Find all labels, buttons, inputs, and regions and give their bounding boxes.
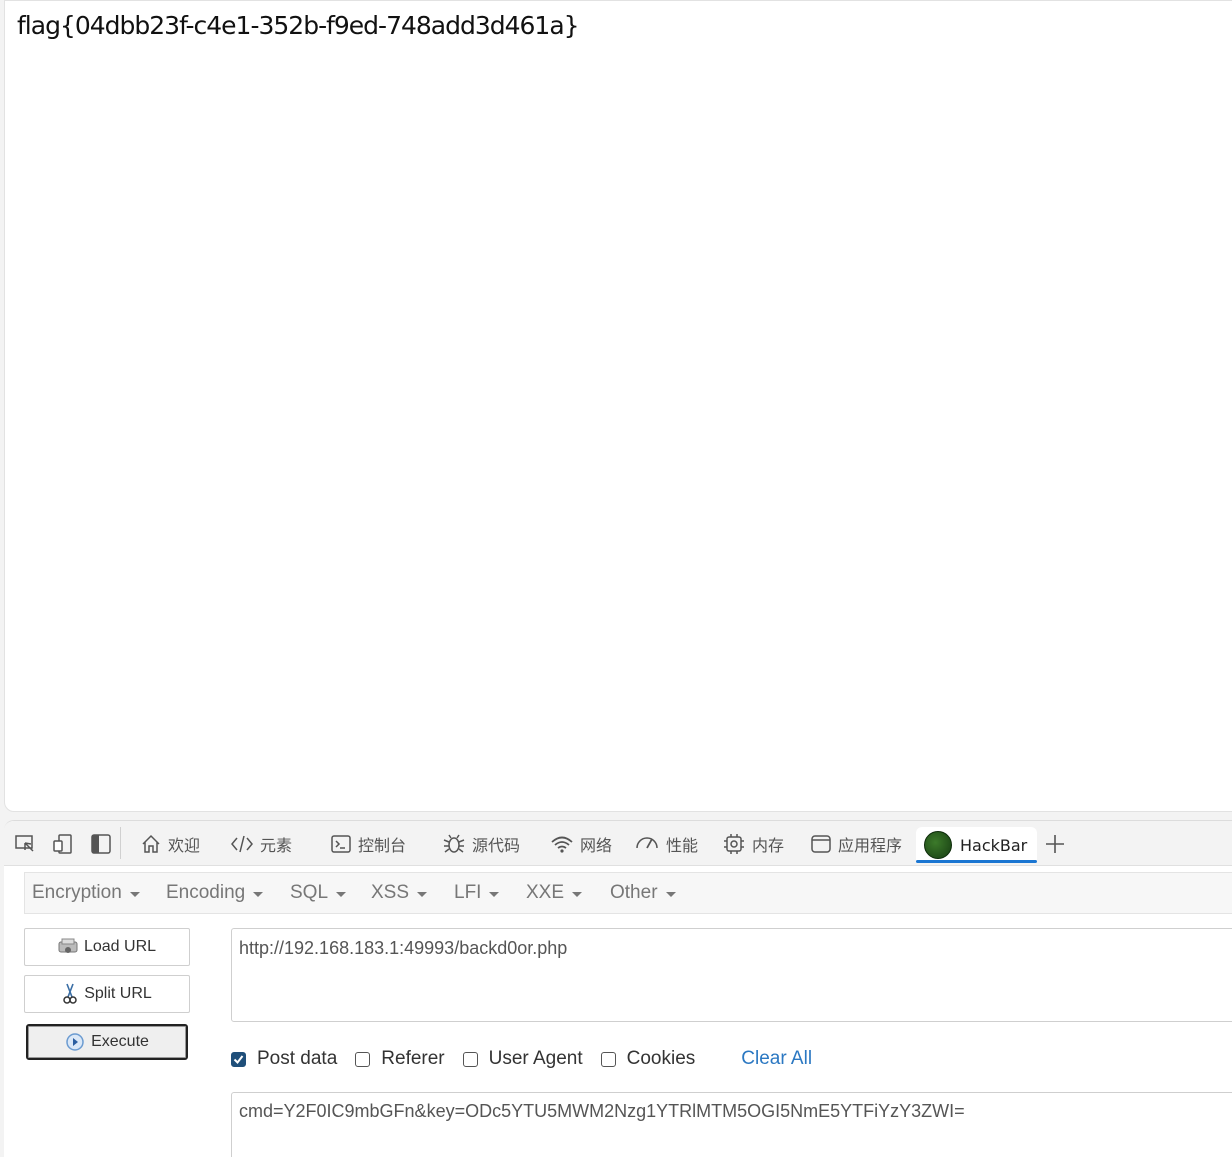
menu-label: XXE [526,882,565,903]
tab-network[interactable]: 网络 [550,829,612,859]
home-icon [142,834,160,853]
tab-label: 欢迎 [168,836,201,855]
menu-xxe[interactable]: XXE [526,882,583,904]
load-url-button[interactable]: Load URL [24,928,190,966]
gauge-icon [636,837,658,849]
cookies-option[interactable]: Cookies [600,1048,696,1070]
tab-console[interactable]: 控制台 [330,829,406,859]
tab-label: 应用程序 [838,836,903,855]
tab-label: 内存 [752,836,785,855]
device-emulation-icon[interactable] [52,833,74,855]
play-icon [66,1033,84,1051]
devtools-panel: 欢迎 元素 控制台 源代码 网络 性能 内存 应用程序 HackBar Encr… [4,820,1232,1157]
menu-other[interactable]: Other [610,882,676,904]
cookies-label: Cookies [626,1048,696,1069]
button-label: Execute [91,1033,149,1050]
caret-down-icon [336,892,347,897]
dock-side-icon[interactable] [90,833,112,855]
console-icon [331,835,351,853]
referer-checkbox[interactable] [355,1051,371,1067]
referer-option[interactable]: Referer [355,1048,445,1070]
menu-label: Encoding [166,882,246,903]
page-viewport: flag{04dbb23f-c4e1-352b-f9ed-748add3d461… [4,0,1232,812]
button-label: Split URL [84,985,152,1002]
hackbar-logo-icon [924,831,952,859]
menu-label: Encryption [32,882,122,903]
inspect-element-icon[interactable] [14,833,36,855]
tab-welcome[interactable]: 欢迎 [140,829,200,859]
menu-label: LFI [454,882,482,903]
menu-sql[interactable]: SQL [290,882,347,904]
post-data-label: Post data [257,1048,338,1069]
caret-down-icon [129,892,140,897]
menu-label: XSS [371,882,410,903]
tab-label: 网络 [580,836,613,855]
menu-xss[interactable]: XSS [371,882,428,904]
tab-sources[interactable]: 源代码 [442,829,520,859]
post-data-checkbox[interactable] [231,1051,246,1067]
load-url-icon [58,938,78,953]
button-label: Load URL [83,938,157,955]
tab-label: 控制台 [358,836,407,855]
bug-icon [443,834,465,853]
tab-hackbar[interactable]: HackBar [916,827,1038,863]
wifi-icon [551,836,573,853]
post-data-textarea[interactable]: cmd=Y2F0IC9mbGFn&key=ODc5YTU5MWM2Nzg1YTR… [231,1092,1232,1157]
clear-all-link[interactable]: Clear All [741,1048,812,1070]
request-options: Post data Referer User Agent Cookies Cle… [231,1045,812,1073]
tab-elements[interactable]: 元素 [230,829,292,859]
menu-lfi[interactable]: LFI [454,882,500,904]
url-textarea[interactable]: http://192.168.183.1:49993/backd0or.php [231,928,1232,1022]
tab-performance[interactable]: 性能 [634,829,698,859]
caret-down-icon [665,892,676,897]
user-agent-checkbox[interactable] [462,1051,478,1067]
checkmark-icon [233,1054,244,1064]
user-agent-label: User Agent [488,1048,583,1069]
post-data-option[interactable]: Post data [231,1048,337,1070]
scissors-icon [63,983,77,1004]
menu-encryption[interactable]: Encryption [32,882,140,904]
caret-down-icon [253,892,264,897]
chip-icon [724,834,744,854]
execute-button[interactable]: Execute [26,1024,188,1060]
devtools-tabbar: 欢迎 元素 控制台 源代码 网络 性能 内存 应用程序 HackBar [4,821,1232,866]
hackbar-menu: Encryption Encoding SQL XSS LFI XXE Othe… [24,872,1232,914]
tab-application[interactable]: 应用程序 [810,829,902,859]
user-agent-option[interactable]: User Agent [462,1048,583,1070]
add-tab-icon[interactable] [1044,833,1066,860]
split-url-button[interactable]: Split URL [24,975,190,1013]
cookies-checkbox[interactable] [600,1051,616,1067]
code-icon [231,835,253,853]
menu-label: SQL [290,882,329,903]
menu-encoding[interactable]: Encoding [166,882,264,904]
caret-down-icon [489,892,500,897]
tab-label: HackBar [960,835,1028,855]
tab-label: 元素 [260,836,293,855]
caret-down-icon [572,892,583,897]
window-icon [811,835,831,853]
tab-label: 源代码 [472,836,521,855]
caret-down-icon [417,892,428,897]
tab-memory[interactable]: 内存 [722,829,784,859]
tab-label: 性能 [666,836,699,855]
toolbar-divider [120,827,121,859]
referer-label: Referer [381,1048,445,1069]
flag-text: flag{04dbb23f-c4e1-352b-f9ed-748add3d461… [17,11,580,40]
menu-label: Other [610,882,658,903]
